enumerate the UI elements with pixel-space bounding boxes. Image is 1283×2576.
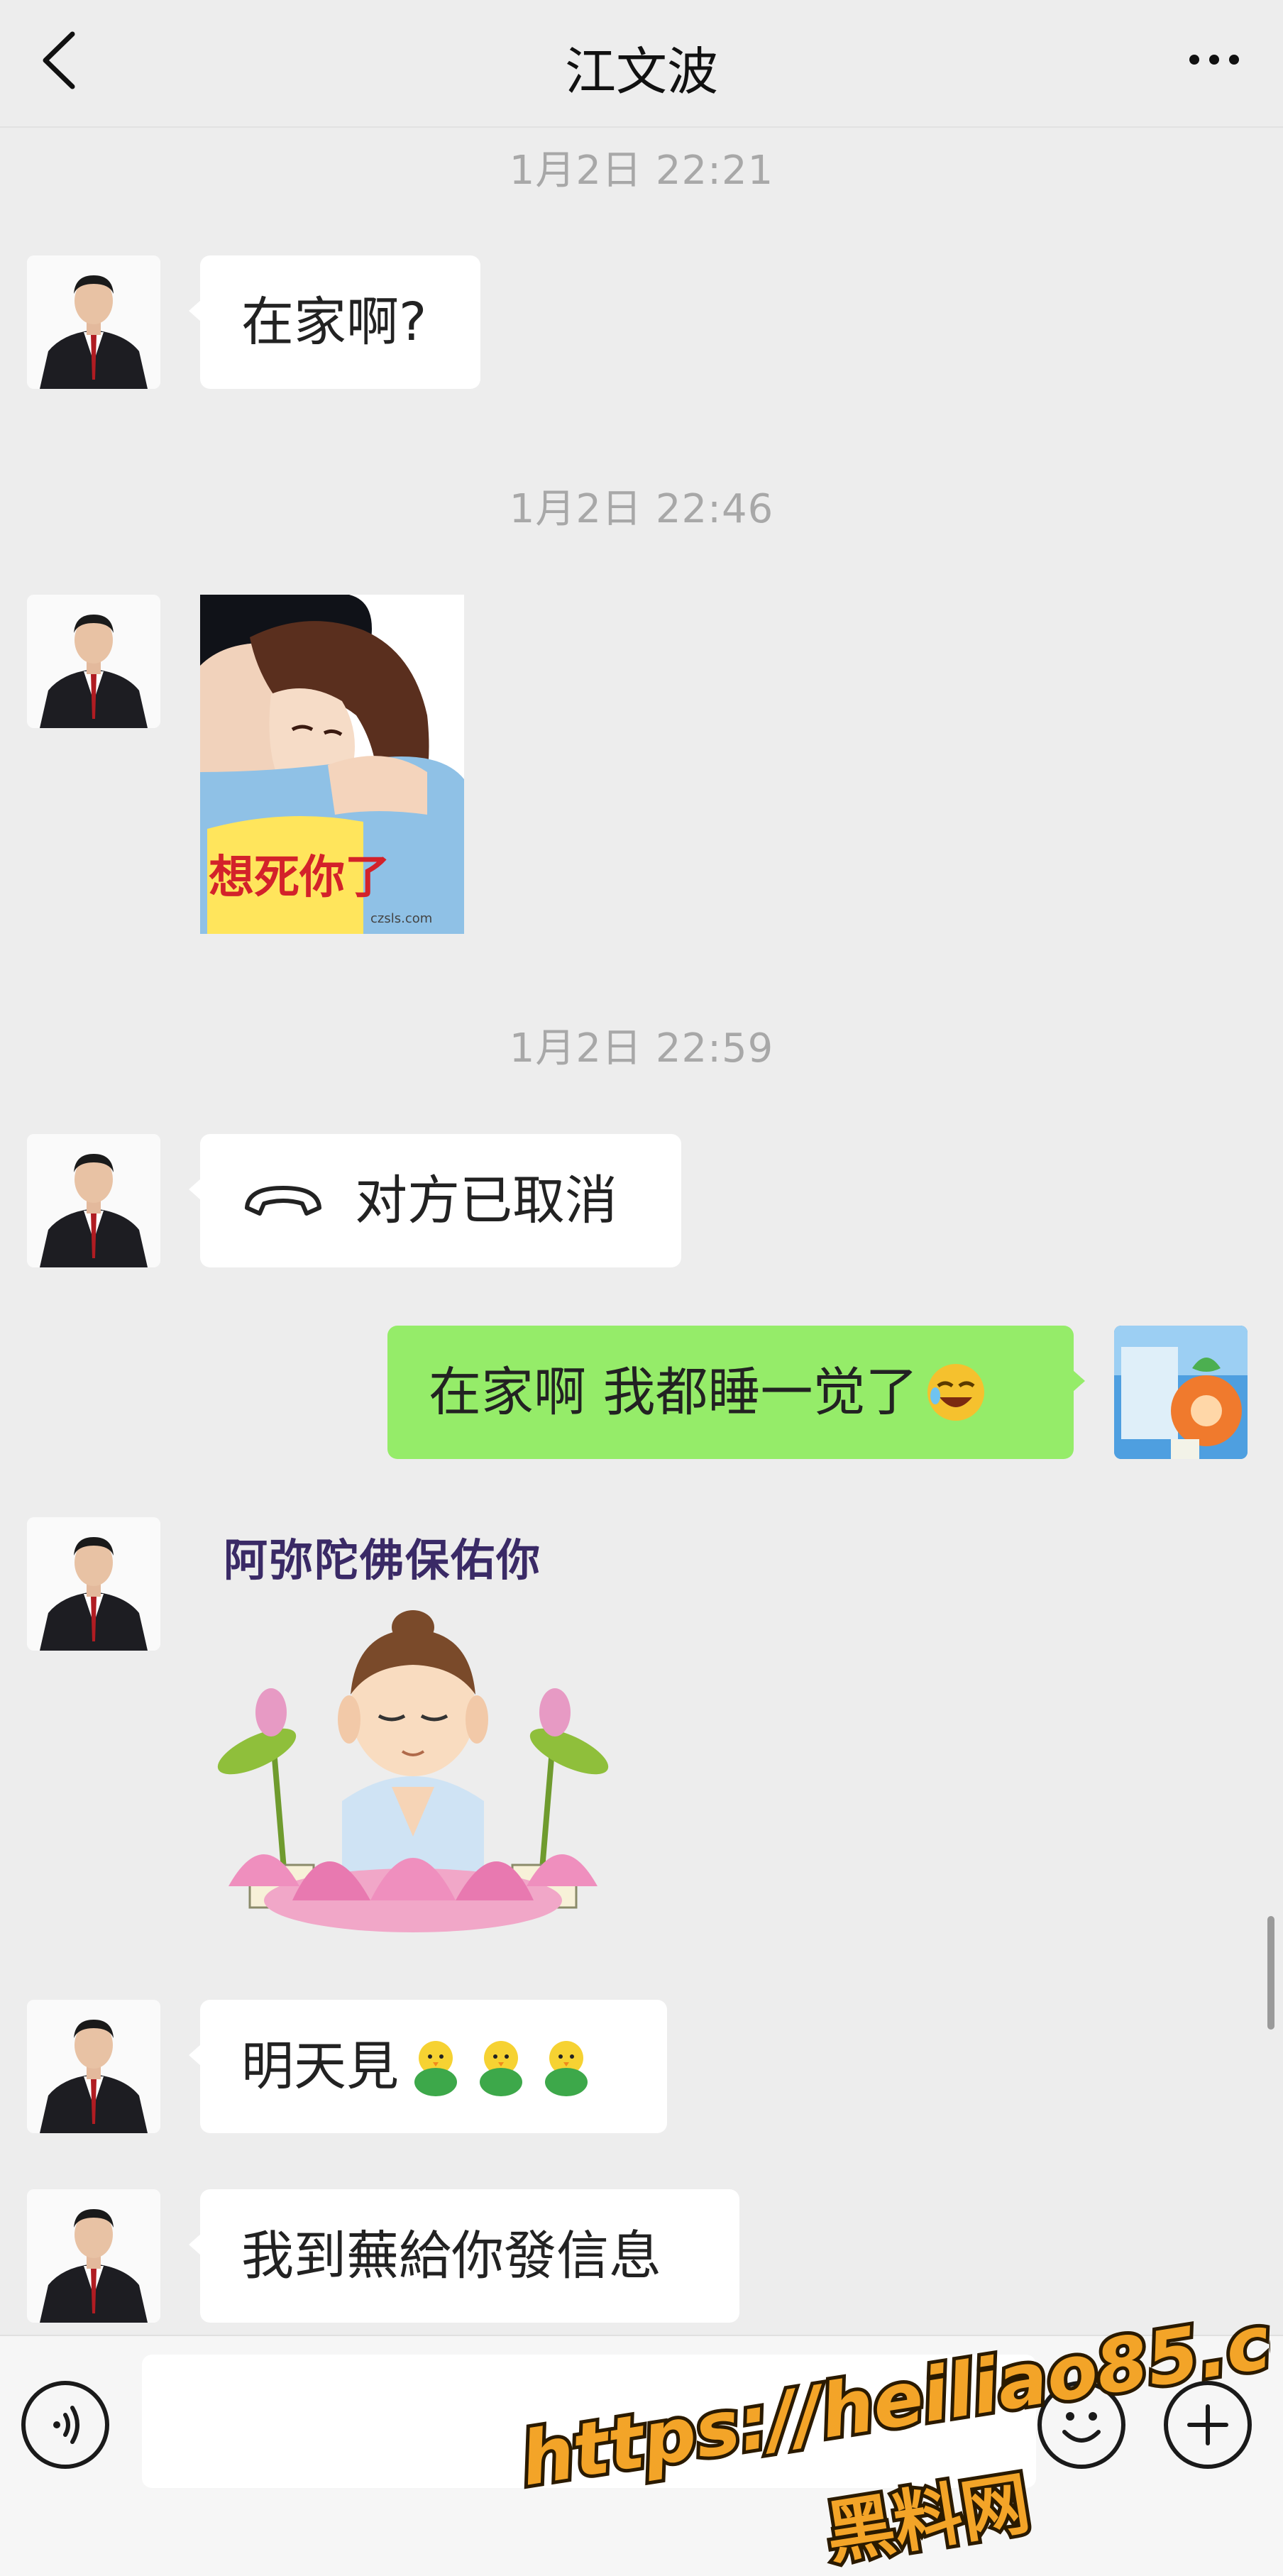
chat-header: 江文波 [0,0,1283,128]
voice-wave-icon [53,2406,79,2444]
message-bubble[interactable]: 在家啊? [189,255,480,389]
contact-avatar[interactable] [27,2189,160,2323]
phone-hangup-icon [245,1186,321,1216]
watermark-url: https://heiliao85.com [515,2292,1270,2503]
watermark-logo: https://heiliao85.com 黑料网 [512,2292,1270,2569]
chick-emoji-icon [545,2041,588,2096]
contact-avatar[interactable] [27,1134,160,1267]
laughing-emoji-icon [927,1364,984,1421]
timestamp: 1月2日 22:46 [509,486,774,532]
watermark-name: 黑料网 [821,2463,1035,2569]
sticker-text: 想死你了 [209,852,390,904]
contact-avatar[interactable] [27,255,160,389]
message-bubble[interactable]: 明天見 [189,2000,667,2133]
voice-input-button[interactable] [21,2381,109,2469]
chick-emoji-icon [480,2041,522,2096]
scrollbar[interactable] [1267,1916,1274,2030]
user-avatar[interactable] [1114,1326,1248,1459]
sticker-subtext: czsls.com [370,911,432,926]
contact-avatar[interactable] [27,595,160,728]
buddha-blessing-sticker[interactable] [200,1588,626,1936]
call-status-text: 对方已取消 [355,1170,617,1231]
more-options-button[interactable] [1168,44,1239,75]
outgoing-message-bubble[interactable]: 在家啊 我都睡一觉了 [387,1326,1085,1459]
more-dot-icon [1229,55,1239,65]
chick-emoji-icon [414,2041,457,2096]
contact-avatar[interactable] [27,2000,160,2133]
more-dot-icon [1209,55,1219,65]
hug-sticker[interactable]: 想死你了 czsls.com [200,595,464,934]
timestamp: 1月2日 22:21 [509,148,774,194]
chat-title: 江文波 [564,42,718,101]
call-cancelled-bubble[interactable]: 对方已取消 [189,1134,681,1267]
timestamp: 1月2日 22:59 [509,1025,774,1072]
contact-avatar[interactable] [27,1517,160,1651]
message-text: 在家啊 我都睡一觉了 [429,1362,918,1423]
sticker-caption: 阿弥陀佛保佑你 [224,1534,542,1586]
message-text: 明天見 [241,2036,399,2097]
header-divider [0,126,1283,128]
more-dot-icon [1189,55,1199,65]
